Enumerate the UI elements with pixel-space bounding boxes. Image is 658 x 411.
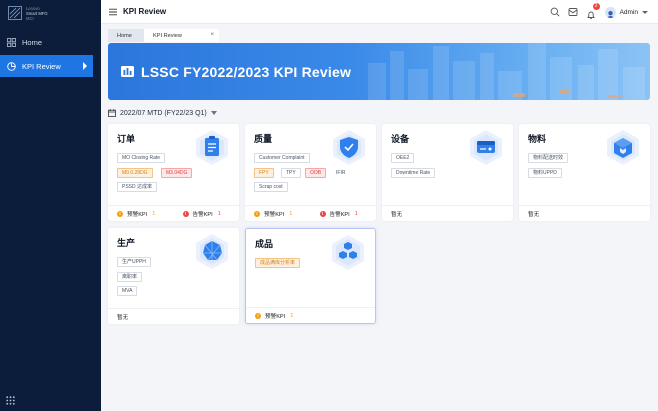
alarm-label: 告警KPI (192, 211, 213, 218)
user-name[interactable]: Admin (620, 9, 638, 16)
brand-line2: Smart MFG (26, 10, 48, 16)
alarm-count: 1 (217, 210, 221, 217)
kpi-chip[interactable]: PSSD 达成率 (117, 182, 158, 192)
boxes-icon (332, 235, 364, 270)
card-footer: 暂无 (108, 308, 239, 324)
no-alerts-label: 暂无 (117, 314, 129, 321)
alarm-icon: ! (182, 210, 189, 217)
avatar[interactable] (604, 6, 616, 18)
kpi-chip[interactable]: 物料配送时效 (528, 153, 569, 163)
card-title: 物料 (528, 134, 547, 144)
calendar-icon (108, 109, 116, 117)
kpi-chip-alarm[interactable]: M3.04DG (161, 168, 193, 178)
kpi-card-production[interactable]: 生产 生产UPPH 离职率 MVA 暂无 (108, 228, 239, 324)
warning-label: 预警KPI (265, 313, 286, 320)
kpi-card-material[interactable]: 物料 物料配送时效 物料UPPD 暂无 (519, 124, 650, 221)
lenovo-logo-icon (8, 6, 22, 20)
no-alerts-label: 暂无 (528, 211, 540, 218)
card-footer: ! 预警KPI 1 ! 告警KPI 1 (108, 205, 239, 221)
close-icon[interactable]: × (210, 32, 214, 38)
kpi-chip-alarm[interactable]: OOB (305, 168, 327, 178)
chevron-down-icon[interactable] (210, 111, 217, 115)
card-title: 成品 (255, 239, 274, 249)
tab-kpi-review[interactable]: KPI Review × (144, 29, 219, 42)
production-globe-icon (196, 234, 228, 269)
brand: Lenovo Smart MFG MCI (8, 5, 48, 21)
card-footer: ! 预警KPI 1 (246, 307, 375, 323)
message-icon[interactable] (568, 7, 578, 17)
sidebar: Lenovo Smart MFG MCI Home KPI Review (0, 0, 101, 411)
kpi-chip[interactable]: 离职率 (117, 272, 143, 282)
server-icon (470, 130, 502, 165)
sidebar-item-label: KPI Review (22, 61, 61, 71)
date-selector[interactable]: 2022/07 MTD (FY22/23 Q1) (108, 108, 217, 118)
shield-icon (333, 130, 365, 165)
kpi-chip[interactable]: 生产UPPH (117, 257, 151, 267)
alarm-count: 1 (354, 210, 358, 217)
card-title: 生产 (117, 238, 136, 248)
kpi-card-quality[interactable]: 质量 Customer Complaint FPY TPY OOB IFIR S… (245, 124, 376, 221)
kpi-chip-warning[interactable]: 成品满库分析率 (255, 258, 301, 268)
tab-label: Home (117, 32, 132, 39)
kpi-card-equipment[interactable]: 设备 OEE2 Downtime Rate 暂无 (382, 124, 513, 221)
home-grid-icon (6, 37, 16, 47)
kpi-banner: LSSC FY2022/2023 KPI Review (108, 43, 650, 100)
kpi-chip[interactable]: MVA (117, 286, 138, 296)
bar-chart-icon (121, 66, 134, 77)
warning-count: 1 (290, 312, 294, 319)
apps-grid-icon[interactable] (6, 396, 15, 405)
kpi-chip[interactable]: IFIR (331, 168, 351, 178)
kpi-card-finished-goods[interactable]: 成品 成品满库分析率 ! 预警KPI 1 (245, 228, 376, 324)
top-bar: KPI Review 2 Admin (101, 0, 658, 24)
tab-bar: Home KPI Review × (108, 29, 219, 42)
date-value: 2022/07 MTD (FY22/23 Q1) (120, 109, 207, 117)
card-footer: 暂无 (382, 205, 513, 221)
menu-icon[interactable] (109, 8, 117, 16)
banner-title: LSSC FY2022/2023 KPI Review (141, 64, 352, 80)
search-icon[interactable] (550, 7, 560, 17)
warning-icon: ! (117, 210, 123, 217)
warning-icon: ! (254, 210, 260, 217)
kpi-chip-warning[interactable]: FPY (254, 168, 274, 178)
sidebar-item-kpi-review[interactable]: KPI Review (0, 55, 93, 77)
warning-icon: ! (255, 312, 261, 319)
kpi-chip[interactable]: MO Closing Rate (117, 153, 166, 163)
card-title: 质量 (254, 134, 273, 144)
material-cube-icon (607, 130, 639, 165)
warning-count: 1 (152, 210, 156, 217)
warning-label: 预警KPI (127, 211, 148, 218)
notification-badge: 2 (592, 3, 600, 10)
kpi-card-order[interactable]: 订单 MO Closing Rate M0.0.28DG M3.04DG PSS… (108, 124, 239, 221)
sidebar-item-label: Home (22, 37, 43, 47)
warning-count: 1 (289, 210, 293, 217)
kpi-chip[interactable]: TPY (281, 168, 301, 178)
kpi-chip-warning[interactable]: M0.0.28DG (117, 168, 153, 178)
tab-home[interactable]: Home (108, 29, 144, 42)
alarm-label: 告警KPI (329, 211, 350, 218)
sidebar-item-home[interactable]: Home (0, 31, 101, 53)
notification-bell-icon[interactable]: 2 (586, 3, 600, 19)
kpi-chip[interactable]: 物料UPPD (528, 168, 562, 178)
kpi-chip[interactable]: Customer Complaint (254, 153, 310, 163)
page-title: KPI Review (123, 7, 167, 16)
tab-label: KPI Review (153, 32, 182, 39)
card-title: 设备 (391, 134, 410, 144)
warning-label: 预警KPI (264, 211, 285, 218)
expand-arrow-icon (83, 62, 87, 70)
kpi-chip[interactable]: Scrap cost (254, 182, 288, 192)
no-alerts-label: 暂无 (391, 211, 403, 218)
clipboard-icon (196, 130, 228, 165)
user-dropdown-icon[interactable] (642, 10, 648, 14)
card-footer: ! 预警KPI 1 ! 告警KPI 1 (245, 205, 376, 221)
card-footer: 暂无 (519, 205, 650, 221)
card-title: 订单 (117, 134, 136, 144)
kpi-chip[interactable]: OEE2 (391, 153, 415, 163)
brand-line3: MCI (26, 15, 34, 21)
pie-chart-icon (6, 61, 16, 71)
alarm-icon: ! (319, 210, 326, 217)
kpi-chip[interactable]: Downtime Rate (391, 168, 436, 178)
